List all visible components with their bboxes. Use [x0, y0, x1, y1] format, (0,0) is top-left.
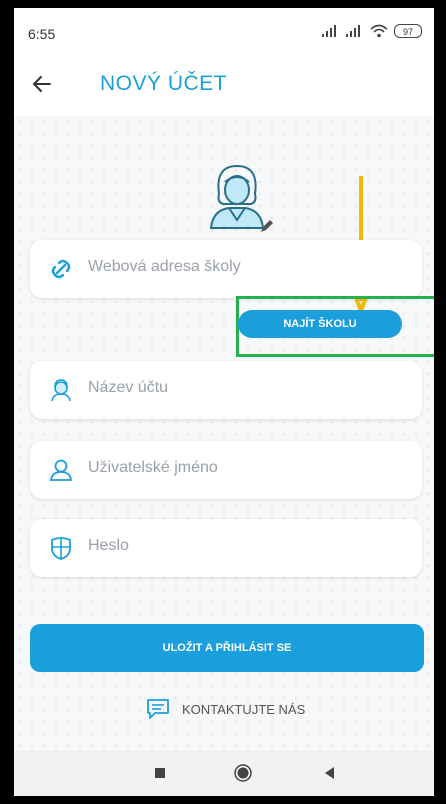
contact-us-link[interactable]: KONTAKTUJTE NÁS	[146, 698, 305, 720]
form-area: Webová adresa školy NAJÍT ŠKOLU Název úč…	[14, 116, 434, 750]
chat-icon	[147, 699, 169, 719]
school-url-placeholder: Webová adresa školy	[88, 258, 241, 275]
save-and-login-button[interactable]: ULOŽIT A PŘIHLÁSIT SE	[30, 624, 424, 672]
wifi-icon	[370, 24, 388, 38]
app-bar: NOVÝ ÚČET	[14, 54, 434, 116]
school-url-field[interactable]: Webová adresa školy	[30, 240, 422, 298]
status-icons: 97	[322, 24, 422, 38]
find-school-button[interactable]: NAJÍT ŠKOLU	[238, 310, 402, 338]
pencil-icon[interactable]	[259, 218, 275, 234]
phone-screen: 6:55 97 NOVÝ ÚČET Webová adresa školy NA…	[14, 8, 434, 796]
battery-icon: 97	[394, 24, 422, 38]
home-icon[interactable]	[232, 762, 254, 784]
link-icon	[51, 259, 71, 279]
recent-apps-icon[interactable]	[149, 762, 171, 784]
back-icon[interactable]	[319, 762, 341, 784]
status-time: 6:55	[28, 26, 56, 42]
user-icon	[49, 459, 73, 481]
avatar[interactable]	[197, 158, 277, 238]
username-placeholder: Uživatelské jméno	[88, 459, 218, 476]
status-bar: 6:55 97	[14, 8, 434, 54]
signal-icon	[322, 25, 336, 37]
account-name-field[interactable]: Název účtu	[30, 361, 422, 419]
arrow-left-icon[interactable]	[30, 72, 54, 96]
system-nav-bar	[14, 750, 434, 796]
account-avatar-icon	[51, 379, 71, 402]
contact-us-label: KONTAKTUJTE NÁS	[182, 701, 306, 717]
password-placeholder: Heslo	[88, 537, 129, 554]
signal-icon	[346, 25, 360, 37]
password-field[interactable]: Heslo	[30, 519, 422, 577]
account-name-placeholder: Název účtu	[88, 379, 169, 396]
username-field[interactable]: Uživatelské jméno	[30, 441, 422, 499]
page-title: NOVÝ ÚČET	[100, 72, 228, 95]
shield-icon	[51, 537, 71, 560]
